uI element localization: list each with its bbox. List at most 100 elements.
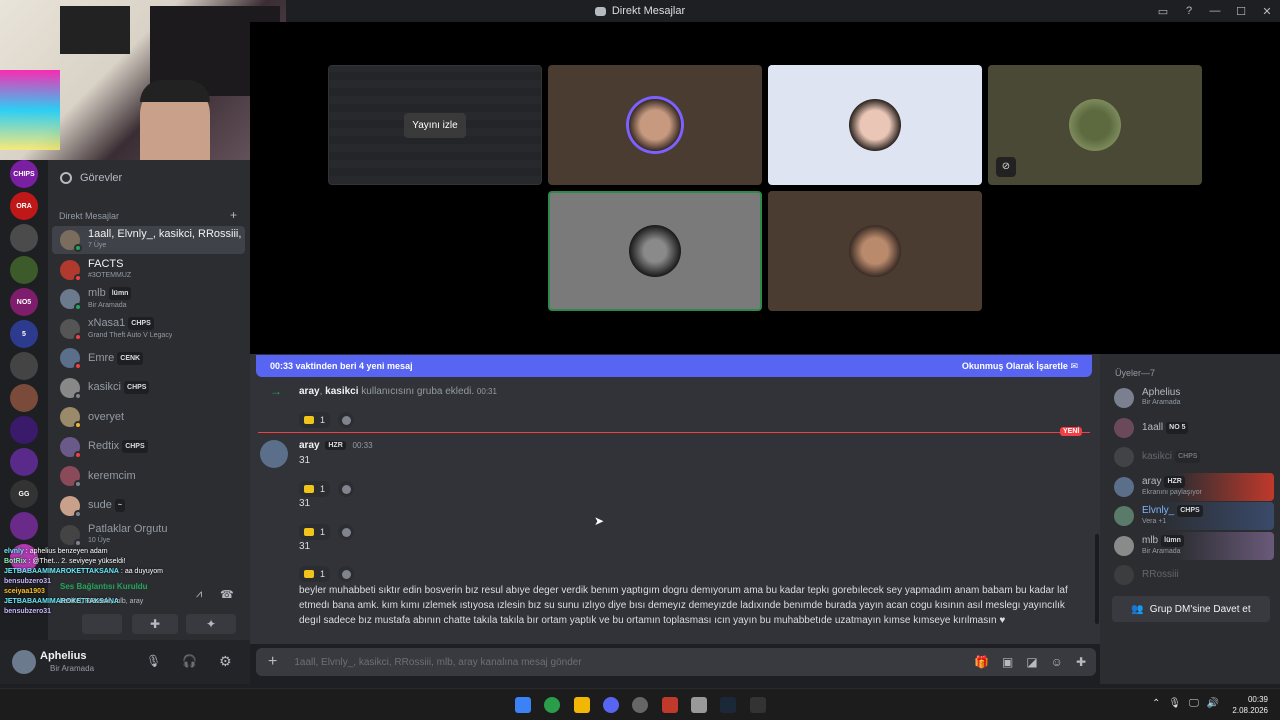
message-composer[interactable]: + 1aall, Elvnly_, kasikci, RRossiii, mlb… [256,648,1096,676]
maximize-button[interactable]: ☐ [1228,5,1254,18]
invite-button[interactable]: 👥 Grup DM'sine Davet et [1112,596,1270,622]
member-item[interactable]: kasikci CHPS [1108,443,1274,471]
avatar [1114,417,1134,438]
message-time: 00:33 [352,441,373,450]
clock[interactable]: 00:39 2.08.2026 [1232,694,1268,716]
reaction-button[interactable]: 1 [299,481,331,497]
inbox-icon[interactable]: ▭ [1150,5,1176,18]
participant-tile[interactable] [768,191,982,311]
server-icon[interactable] [10,224,38,252]
minimize-button[interactable]: — [1202,5,1228,17]
participant-tile[interactable] [548,191,762,311]
author-name[interactable]: aray [299,440,320,451]
app-icon[interactable] [662,697,678,713]
participant-tile[interactable] [768,65,982,185]
add-reaction-icon[interactable] [338,481,354,497]
noise-suppression-icon[interactable]: ⩘ [196,588,202,601]
server-icon[interactable] [10,448,38,476]
server-icon[interactable]: NO5 [10,288,38,316]
epic-games-icon[interactable] [750,697,766,713]
dm-item[interactable]: mlb lümn Bir Aramada [52,285,245,313]
reaction-button[interactable]: 1 [299,412,331,428]
activities-button[interactable] [82,614,122,634]
file-explorer-icon[interactable] [574,697,590,713]
add-reaction-icon[interactable] [338,566,354,582]
apps-button[interactable]: ✚ [132,614,178,634]
member-item[interactable]: Elvnly_ CHPS Vera +1 [1108,502,1274,530]
obs-icon[interactable] [632,697,648,713]
start-icon[interactable] [515,697,531,713]
server-icon[interactable] [10,416,38,444]
member-name: aray HZR [1142,475,1202,488]
new-messages-banner[interactable]: 00:33 vaktinden beri 4 yeni mesaj Okunmu… [256,355,1092,377]
dm-item[interactable]: Redtix CHPS [52,433,245,461]
message-text: 31 [299,455,311,466]
gif-icon[interactable]: ▣ [1002,655,1013,669]
member-name: kasikci CHPS [1142,451,1201,463]
member-item[interactable]: mlb lümn Bir Aramada [1108,531,1274,560]
add-reaction-icon[interactable] [338,524,354,540]
sticker-icon[interactable]: ◪ [1026,655,1037,669]
dm-item[interactable]: keremcim [52,462,245,490]
avatar [1114,506,1134,526]
add-reaction-icon[interactable] [338,412,354,428]
apps-icon[interactable]: ✚ [1076,655,1086,669]
reaction-button[interactable]: 1 [299,566,331,582]
chrome-icon[interactable] [544,697,560,713]
participant-tile[interactable] [548,65,762,185]
create-dm-button[interactable]: + [230,208,237,222]
server-icon[interactable]: 5 [10,320,38,348]
avatar[interactable] [12,650,36,674]
settings-gear-icon[interactable]: ⚙ [219,653,232,670]
help-icon[interactable]: ? [1176,5,1202,17]
dm-item[interactable]: 1aall, Elvnly_, kasikci, RRossiii, ... 7 … [52,226,245,254]
dm-item[interactable]: Emre CENK [52,344,245,372]
close-button[interactable]: ✕ [1254,5,1280,18]
status-dot [74,539,82,547]
server-icon[interactable] [10,512,38,540]
server-icon[interactable]: GG [10,480,38,508]
status-dot [74,303,82,311]
dm-item[interactable]: kasikci CHPS [52,374,245,402]
emoji-icon[interactable]: ☺ [1051,655,1063,669]
gift-icon[interactable]: 🎁 [974,655,989,669]
avatar [60,348,82,370]
dm-item[interactable]: sude ~ [52,492,245,520]
app-icon[interactable] [691,697,707,713]
dm-item[interactable]: overyet [52,403,245,431]
mic-icon[interactable]: 🎙 [146,654,161,668]
watch-stream-button[interactable]: Yayını izle [404,112,466,138]
member-item[interactable]: aray HZR Ekranını paylaşıyor [1108,472,1274,501]
participant-tile[interactable]: ⊘ [988,65,1202,185]
message-input[interactable]: 1aall, Elvnly_, kasikci, RRossiii, mlb, … [294,657,581,668]
member-tag: CHPS [1175,451,1201,463]
screen-share-tile[interactable]: Yayını izle [328,65,542,185]
tasks-link[interactable]: Görevler [60,172,122,184]
disconnect-icon[interactable]: ☎ [220,588,234,601]
webcam-overlay [0,0,286,160]
avatar [60,407,82,429]
system-tray[interactable]: ⌃ 🎙 🖵 🔊 [1152,698,1219,709]
member-item[interactable]: Aphelius Bir Aramada [1108,384,1274,412]
server-icon[interactable]: CHIPS [10,160,38,188]
server-icon[interactable] [10,384,38,412]
server-icon[interactable] [10,256,38,284]
dm-item[interactable]: FACTS #3OTEMMUZ [52,256,245,284]
mark-as-read-button[interactable]: Okunmuş Olarak İşaretle ✉ [962,361,1078,372]
headphones-icon[interactable]: 🎧 [182,654,197,668]
server-icon[interactable]: ORA [10,192,38,220]
dm-item[interactable]: xNasa1 CHPS Grand Theft Auto V Legacy [52,315,245,343]
dm-item[interactable]: Patlaklar Orgutu 10 Üye [52,521,245,549]
dm-header: Direkt Mesajlar [59,211,120,221]
member-item[interactable]: 1aall NO 5 [1108,414,1274,442]
discord-icon[interactable] [603,697,619,713]
reaction-button[interactable]: 1 [299,524,331,540]
server-icon[interactable] [10,352,38,380]
author-avatar[interactable] [260,440,288,468]
member-item[interactable]: RRossiii [1108,561,1274,589]
soundboard-button[interactable]: ✦ [186,614,236,634]
status-dot [74,480,82,488]
steam-icon[interactable] [720,697,736,713]
scrollbar[interactable] [1095,534,1099,624]
attach-plus-icon[interactable]: + [268,653,277,671]
